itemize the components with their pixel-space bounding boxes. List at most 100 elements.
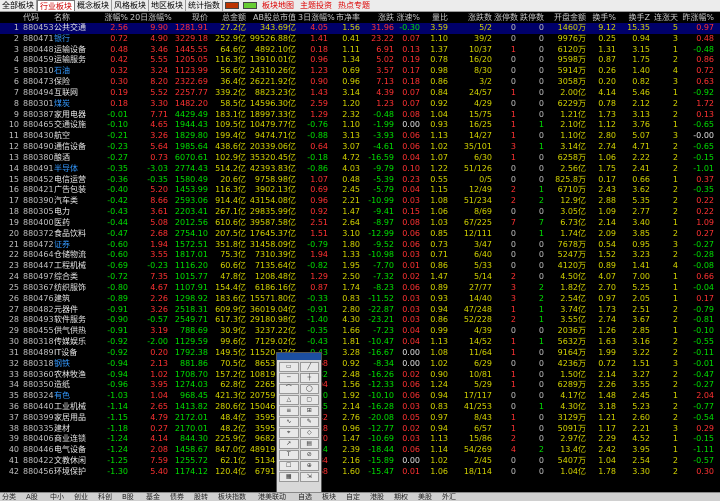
tab-2[interactable]: 概念板块 <box>75 0 112 11</box>
bottom-tab-0[interactable]: 分类 <box>2 493 16 501</box>
draw-tool-icon[interactable]: ┼ <box>299 373 319 383</box>
panel-titlebar[interactable] <box>277 353 321 360</box>
table-row[interactable]: 30 880318 传媒娱乐 -0.92 -2.00 1129.59 99.6亿 7129.0… <box>0 337 720 348</box>
table-row[interactable]: 42880456环境保护-1.305.401174.12120.4亿6791.1… <box>0 467 720 478</box>
header-16[interactable]: 开盘金额 <box>546 12 586 23</box>
table-row[interactable]: 37880399家居用品-1.154.792172.0148.4亿3595.13… <box>0 413 720 424</box>
table-row[interactable]: 23 880447 工程机械 -0.69 -0.23 1116.20 60.6亿 7135.6… <box>0 261 720 272</box>
draw-tool-icon[interactable]: ─ <box>279 373 299 383</box>
table-row[interactable]: 27 880482 元器件 -0.91 3.26 2518.31 609.9亿 36019.0… <box>0 305 720 316</box>
bottom-tab-10[interactable]: 港美联动 <box>258 493 286 501</box>
header-6[interactable]: 总金额 <box>210 12 246 23</box>
header-9[interactable]: 市净率 <box>330 12 360 23</box>
table-row[interactable]: 2 880471 银行 0.72 4.90 3229.18 252.9亿 99526.88亿 1… <box>0 34 720 45</box>
link-2[interactable]: 热点专题 <box>335 0 373 11</box>
draw-tool-icon[interactable]: ◯ <box>299 384 319 394</box>
bottom-tab-12[interactable]: 板块 <box>322 493 336 501</box>
table-row[interactable]: 22 880464 仓储物流 -0.60 3.55 1817.01 75.3亿 7310.39… <box>0 250 720 261</box>
bottom-tab-7[interactable]: 债券 <box>170 493 184 501</box>
table-row[interactable]: 15 880452 电信运营 -0.36 -0.35 1580.49 20.6亿 9758.9… <box>0 175 720 186</box>
draw-tool-icon[interactable]: ⌒ <box>279 384 299 394</box>
header-11[interactable]: 涨速% <box>396 12 420 23</box>
bottom-tab-14[interactable]: 港股 <box>370 493 384 501</box>
bottom-tab-13[interactable]: 自定 <box>346 493 360 501</box>
header-13[interactable]: 涨跌数 <box>452 12 492 23</box>
bottom-tab-6[interactable]: 基金 <box>146 493 160 501</box>
color-swatch-icon[interactable] <box>243 2 257 9</box>
draw-tool-icon[interactable]: ∿ <box>279 417 299 427</box>
table-row[interactable]: 10 880465 交通设施 -0.10 4.65 1944.43 109.5亿 10479.… <box>0 120 720 131</box>
table-row[interactable]: 29 880455 供气供热 -0.91 3.19 788.69 30.9亿 3237.22亿… <box>0 326 720 337</box>
table-row[interactable]: 28 880493 软件服务 -0.90 -0.57 2549.71 617.3亿 29180… <box>0 315 720 326</box>
draw-tool-icon[interactable]: T <box>279 450 299 460</box>
bottom-tab-3[interactable]: 创业 <box>74 493 88 501</box>
table-row[interactable]: 25 880367 纺织服饰 -0.80 4.67 1107.91 154.4亿 6186.1… <box>0 283 720 294</box>
tab-1[interactable]: 行业板块 <box>37 0 75 11</box>
table-row[interactable]: 40 880446 电气设备 -1.24 2.08 1458.67 847.0亿 48919.… <box>0 445 720 456</box>
bottom-tab-11[interactable]: 自选 <box>298 493 312 501</box>
draw-tool-icon[interactable]: ⊘ <box>299 450 319 460</box>
table-row[interactable]: 7 880494 互联网 0.19 5.52 2257.77 339.2亿 8823.23亿 1… <box>0 88 720 99</box>
table-row[interactable]: 3 880448 运输设备 0.48 3.46 1445.55 64.6亿 4892.10亿 0… <box>0 45 720 56</box>
draw-tool-icon[interactable]: ⊕ <box>299 461 319 471</box>
table-row[interactable]: 21 880472 证券 -0.60 1.94 1572.51 351.8亿 31458.09… <box>0 240 720 251</box>
table-row[interactable]: 26 880476 建筑 -0.89 2.26 1298.92 183.6亿 15571.80… <box>0 294 720 305</box>
table-row[interactable]: 14 880491 半导体 -0.35 -3.03 2774.43 514.2亿 42393.… <box>0 164 720 175</box>
draw-tool-icon[interactable]: ✎ <box>299 417 319 427</box>
bottom-tab-2[interactable]: 中小 <box>50 493 64 501</box>
draw-tool-icon[interactable]: ⌖ <box>279 428 299 438</box>
header-15[interactable]: 跌停数 <box>518 12 544 23</box>
table-row[interactable]: 9 880387 家用电器 -0.01 7.71 4429.49 183.1亿 18997.3… <box>0 110 720 121</box>
table-row[interactable]: 33 880360 农林牧渔 -0.94 1.02 1708.70 157.2亿 10819.… <box>0 370 720 381</box>
bottom-tab-15[interactable]: 期权 <box>394 493 408 501</box>
draw-tool-icon[interactable]: ▭ <box>279 362 299 372</box>
table-row[interactable]: 5 880310 石油 0.32 3.24 1123.99 56.6亿 24310.26亿 1.… <box>0 66 720 77</box>
bottom-tab-17[interactable]: 外汇 <box>442 493 456 501</box>
table-row[interactable]: 20 880372 食品饮料 -0.47 2.68 2754.10 207.5亿 17645.… <box>0 229 720 240</box>
table-row[interactable]: 12 880490 通信设备 -0.23 5.64 1985.64 438.6亿 20339.… <box>0 142 720 153</box>
draw-tool-icon[interactable]: ≡ <box>279 406 299 416</box>
tab-4[interactable]: 地区板块 <box>149 0 186 11</box>
draw-tool-icon[interactable]: ⊞ <box>299 406 319 416</box>
header-20[interactable]: 昨涨幅% <box>680 12 714 23</box>
header-18[interactable]: 换手Z <box>618 12 650 23</box>
draw-tool-icon[interactable]: ⇲ <box>299 472 319 482</box>
table-row[interactable]: 24 880497 综合类 -0.72 7.35 1015.77 47.8亿 1208.48亿… <box>0 272 720 283</box>
table-row[interactable]: 35 880324 有色 -1.03 1.04 968.45 421.3亿 20759.40亿… <box>0 391 720 402</box>
header-1[interactable]: 代码 <box>23 12 39 23</box>
bottom-tab-4[interactable]: 科创 <box>98 493 112 501</box>
draw-tool-icon[interactable]: △ <box>279 395 299 405</box>
table-row[interactable]: 39880406商业连锁-1.244.14844.30225.9亿9682.20… <box>0 434 720 445</box>
table-row[interactable]: 41880422文教休闲-1.257.591255.7262.1亿5134.85… <box>0 456 720 467</box>
table-row[interactable]: 1 880453 公共交通 2.56 9.90 1281.91 27.2亿 343.69亿 4.… <box>0 23 720 34</box>
bottom-tab-1[interactable]: A股 <box>26 493 38 501</box>
header-5[interactable]: 现价 <box>170 12 208 23</box>
bottom-tab-8[interactable]: 股转 <box>194 493 208 501</box>
draw-tool-icon[interactable]: ▦ <box>279 472 299 482</box>
table-row[interactable]: 34880350造纸-0.963.951274.0362.8亿2265.14亿1… <box>0 380 720 391</box>
table-row[interactable]: 17 880390 汽车类 -0.42 8.66 2593.06 914.4亿 43154.0… <box>0 196 720 207</box>
tab-5[interactable]: 统计指数 <box>186 0 223 11</box>
color-swatch-icon[interactable] <box>225 2 239 9</box>
tab-3[interactable]: 风格板块 <box>112 0 149 11</box>
header-12[interactable]: 量比 <box>422 12 448 23</box>
draw-tool-icon[interactable]: ▤ <box>299 439 319 449</box>
table-row[interactable]: 6 880473 保险 0.30 8.20 2322.69 36.4亿 26221.92亿 0.… <box>0 77 720 88</box>
draw-tool-icon[interactable]: ▢ <box>299 395 319 405</box>
bottom-tab-16[interactable]: 美股 <box>418 493 432 501</box>
bottom-tab-5[interactable]: B股 <box>122 493 134 501</box>
header-10[interactable]: 涨跌 <box>362 12 394 23</box>
table-row[interactable]: 16 880421 广告包装 -0.40 5.20 1453.99 116.3亿 3902.1… <box>0 185 720 196</box>
table-row[interactable]: 38880335建材-1.180.272170.0148.2亿3595.13亿0… <box>0 424 720 435</box>
header-17[interactable]: 换手% <box>588 12 616 23</box>
draw-tool-icon[interactable]: ◇ <box>299 428 319 438</box>
draw-tool-icon[interactable]: ↗ <box>279 439 299 449</box>
table-row[interactable]: 32880318钢铁-0.942.13881.8670.5亿8653.64亿0.… <box>0 359 720 370</box>
draw-tool-icon[interactable]: ☐ <box>279 461 299 471</box>
header-8[interactable]: 3日涨幅% <box>298 12 335 23</box>
link-1[interactable]: 主题投资 <box>297 0 335 11</box>
table-row[interactable]: 4 880459 运输服务 0.42 5.55 1205.05 116.3亿 13910.01… <box>0 55 720 66</box>
tab-0[interactable]: 全部板块 <box>0 0 37 11</box>
table-row[interactable]: 13 880380 酿酒 -0.27 0.73 6070.61 102.9亿 35320.45… <box>0 153 720 164</box>
table-row[interactable]: 8 880301 煤炭 0.18 3.30 1482.20 58.5亿 14596.30亿 2.… <box>0 99 720 110</box>
